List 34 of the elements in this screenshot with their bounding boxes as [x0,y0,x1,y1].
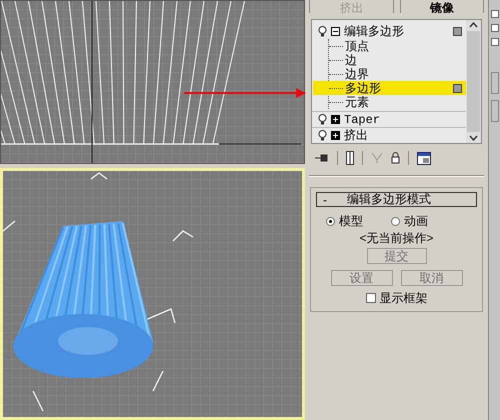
collapse-icon[interactable] [331,26,340,36]
square-icon [453,84,462,92]
pipe-icon[interactable] [346,151,354,165]
sub-object-item[interactable]: 顶点 [329,39,466,53]
sub-object-item[interactable]: 边界 [329,67,466,81]
expand-icon[interactable] [331,131,340,140]
scroll-up-icon[interactable] [469,22,478,28]
status-text: <无当前操作> [359,231,434,245]
pin-icon[interactable] [315,153,329,163]
modifier-label[interactable]: 编辑多边形 [344,24,404,38]
scroll-down-icon[interactable] [469,135,478,141]
radio-button[interactable] [391,216,400,226]
square-icon [453,26,462,36]
viewport[interactable] [0,0,305,164]
lightbulb-icon[interactable] [318,130,327,141]
lightbulb-icon[interactable] [318,114,327,125]
sub-object-item[interactable]: 元素 [329,95,466,109]
scrollbar[interactable] [466,20,481,143]
sub-object-item[interactable]: 多边形 [313,81,466,95]
modifier-label[interactable]: 挤出 [344,128,368,142]
collapse-symbol: - [323,194,328,206]
lightbulb-icon[interactable] [318,26,327,36]
expand-icon[interactable] [331,115,340,124]
checkbox[interactable] [366,293,376,303]
rollout-title: 编辑多边形模式 [347,193,431,206]
modifier-label[interactable]: Taper [344,112,380,126]
checkbox-label: 显示框架 [380,291,428,305]
sub-object-item[interactable]: 边 [329,53,466,67]
radio-label: 动画 [404,214,428,228]
radio-label: 模型 [339,214,363,228]
radio-button[interactable] [326,216,335,226]
rollout-header[interactable]: - 编辑多边形模式 [316,192,477,207]
lock-icon[interactable] [391,152,400,164]
configure-icon[interactable] [417,152,431,164]
